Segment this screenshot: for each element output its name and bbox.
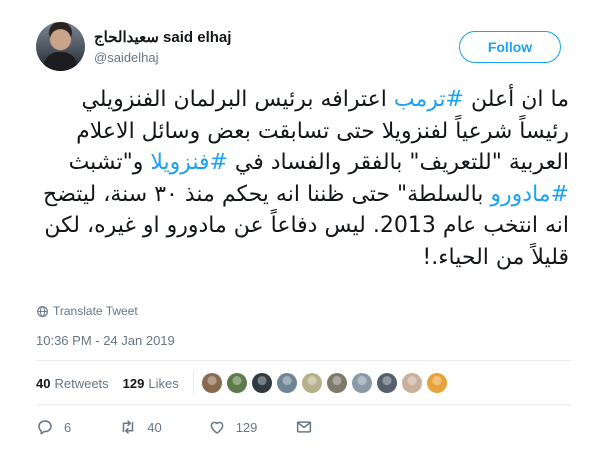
retweet-button[interactable]: 40 (119, 418, 162, 436)
globe-icon (37, 305, 48, 317)
direct-message-button[interactable] (295, 418, 313, 436)
author-names: سعيدالحاج said elhaj @saidelhaj (94, 28, 231, 65)
author-avatar[interactable] (36, 22, 85, 71)
heart-icon (210, 421, 224, 434)
author-handle[interactable]: @saidelhaj (94, 50, 231, 65)
liker-avatar[interactable] (376, 373, 397, 393)
liker-avatars (201, 373, 447, 393)
tweet-text: ما ان أعلن #ترمب اعترافه برئيس البرلمان … (34, 84, 569, 273)
author-display-name[interactable]: سعيدالحاج said elhaj (94, 28, 231, 46)
liker-avatar[interactable] (301, 373, 322, 393)
liker-avatar[interactable] (276, 373, 297, 393)
tweet-header: سعيدالحاج said elhaj @saidelhaj Follow (36, 22, 576, 74)
likes-count: 129 (122, 375, 145, 391)
stats-separator (192, 371, 194, 395)
envelope-icon (297, 421, 312, 433)
retweet-icon (122, 420, 134, 434)
tweet-text-segment: ما ان أعلن (463, 87, 569, 112)
liker-avatar[interactable] (426, 373, 447, 393)
tweet-stats: 40 Retweets 129 Likes (36, 369, 447, 397)
retweets-label: Retweets (54, 375, 109, 391)
reply-icon (38, 420, 52, 435)
liker-avatar[interactable] (351, 373, 372, 393)
translate-tweet-link[interactable]: Translate Tweet (37, 304, 138, 318)
like-count: 129 (235, 419, 258, 435)
retweets-count: 40 (36, 375, 51, 391)
liker-avatar[interactable] (226, 373, 247, 393)
liker-avatar[interactable] (251, 373, 272, 393)
retweets-stat[interactable]: 40 Retweets (36, 376, 109, 391)
liker-avatar[interactable] (326, 373, 347, 393)
liker-avatar[interactable] (201, 373, 222, 393)
retweet-count: 40 (147, 419, 162, 435)
hashtag-link[interactable]: #ترمب (394, 87, 464, 112)
translate-label: Translate Tweet (53, 304, 138, 318)
liker-avatar[interactable] (401, 373, 422, 393)
reply-count: 6 (64, 419, 72, 435)
hashtag-link[interactable]: #فنزويلا (150, 150, 228, 175)
reply-button[interactable]: 6 (36, 418, 71, 436)
likes-label: Likes (148, 375, 179, 391)
tweet-actions: 6 40 129 (36, 418, 313, 436)
follow-button[interactable]: Follow (459, 31, 561, 63)
likes-stat[interactable]: 129 Likes (123, 376, 179, 391)
tweet-timestamp[interactable]: 10:36 PM - 24 Jan 2019 (36, 333, 175, 348)
like-button[interactable]: 129 (208, 418, 258, 436)
divider (36, 404, 571, 405)
divider (36, 360, 571, 361)
tweet-text-segment: و"تشبث (68, 150, 151, 175)
hashtag-link[interactable]: #مادورو (490, 182, 569, 207)
